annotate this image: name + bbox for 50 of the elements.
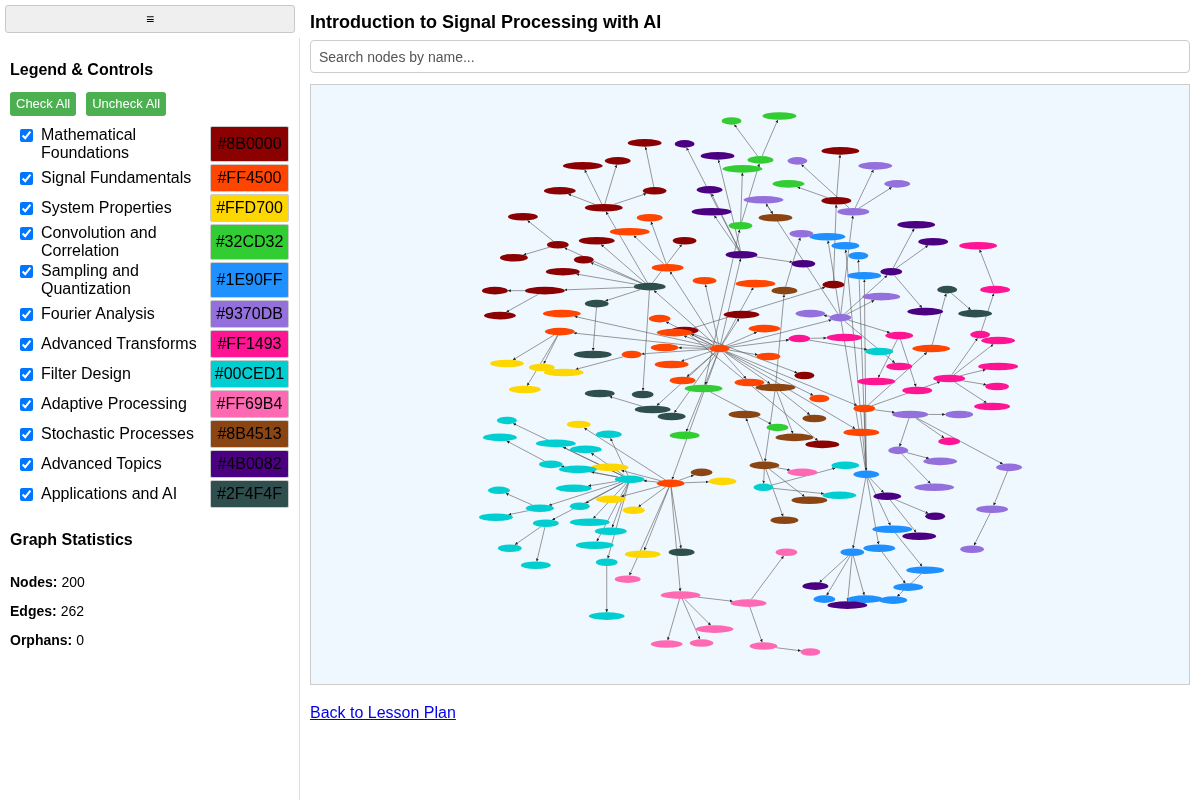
category-label: System Properties — [41, 199, 173, 217]
color-swatch: #32CD32 — [210, 224, 289, 260]
legend-heading: Legend & Controls — [10, 60, 155, 80]
category-label: Advanced Transforms — [41, 335, 198, 353]
category-label: Convolution and Correlation — [41, 224, 158, 260]
color-swatch: #1E90FF — [210, 262, 289, 298]
color-swatch: #FF4500 — [210, 164, 289, 192]
stat-label: Nodes: — [10, 573, 58, 592]
category-checkbox[interactable] — [20, 488, 33, 501]
graph-canvas[interactable] — [310, 84, 1190, 685]
category-checkbox[interactable] — [20, 368, 33, 381]
category-checkbox[interactable] — [20, 398, 33, 411]
page-title: Introduction to Signal Processing with AI — [310, 11, 663, 34]
stat-value: 0 — [76, 631, 85, 650]
category-checkbox[interactable] — [20, 202, 33, 215]
category-label: Sampling and Quantization — [41, 262, 140, 298]
category-checkbox[interactable] — [20, 428, 33, 441]
category-label: Mathematical Foundations — [41, 126, 138, 162]
stat-label: Edges: — [10, 602, 57, 621]
category-checkbox[interactable] — [20, 308, 33, 321]
statistics-heading: Graph Statistics — [10, 530, 134, 550]
network-graph-drawing[interactable] — [478, 112, 1023, 656]
back-link[interactable]: Back to Lesson Plan — [310, 701, 456, 725]
color-swatch: #FF69B4 — [210, 390, 289, 418]
category-checkbox[interactable] — [20, 129, 33, 142]
category-label: Fourier Analysis — [41, 305, 156, 323]
category-checkbox[interactable] — [20, 227, 33, 240]
color-swatch: #8B4513 — [210, 420, 289, 448]
category-label: Stochastic Processes — [41, 425, 195, 443]
category-label: Adaptive Processing — [41, 395, 188, 413]
stat-value: 262 — [60, 602, 85, 621]
search-field[interactable]: Search nodes by name... — [310, 40, 1190, 73]
color-swatch: #4B0082 — [210, 450, 289, 478]
category-label: Advanced Topics — [41, 455, 163, 473]
category-checkbox[interactable] — [20, 458, 33, 471]
stat-value: 200 — [61, 573, 85, 592]
category-label: Filter Design — [41, 365, 132, 383]
category-label: Applications and AI — [41, 485, 179, 503]
menu-button[interactable]: ≡ — [5, 5, 295, 33]
category-checkbox[interactable] — [20, 172, 33, 185]
category-checkbox[interactable] — [20, 265, 33, 278]
color-swatch: #2F4F4F — [210, 480, 289, 508]
color-swatch: #FFD700 — [210, 194, 289, 222]
stat-label: Orphans: — [10, 631, 73, 650]
color-swatch: #FF1493 — [210, 330, 289, 358]
color-swatch: #00CED1 — [210, 360, 289, 388]
category-checkbox[interactable] — [20, 338, 33, 351]
category-label: Signal Fundamentals — [41, 169, 193, 187]
color-swatch: #8B0000 — [210, 126, 289, 162]
color-swatch: #9370DB — [210, 300, 289, 328]
